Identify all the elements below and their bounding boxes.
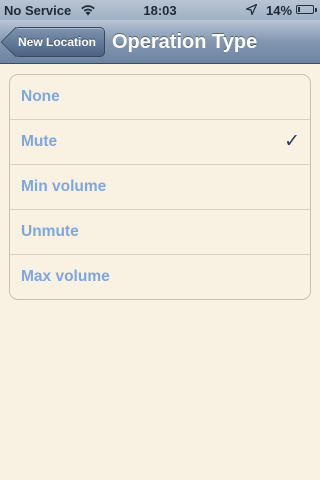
option-label: Min volume: [21, 178, 107, 195]
option-label: Unmute: [21, 223, 79, 240]
option-row-min-volume[interactable]: Min volume: [10, 165, 310, 210]
location-arrow-icon: [246, 4, 257, 15]
operation-type-list: None Mute ✓ Min volume Unmute Max volume: [9, 74, 311, 300]
option-row-mute[interactable]: Mute ✓: [10, 120, 310, 165]
option-row-none[interactable]: None: [10, 75, 310, 120]
checkmark-icon: ✓: [284, 131, 300, 152]
battery-icon: [296, 5, 317, 14]
option-label: Mute: [21, 133, 58, 150]
option-label: Max volume: [21, 268, 110, 285]
battery-level-fill: [298, 7, 300, 12]
status-bar: No Service 18:03 14%: [0, 0, 320, 20]
option-row-unmute[interactable]: Unmute: [10, 210, 310, 255]
option-label: None: [21, 88, 60, 105]
navigation-bar: New Location Operation Type: [0, 20, 320, 64]
page-title: Operation Type: [112, 31, 258, 53]
back-button[interactable]: New Location: [0, 26, 106, 58]
option-row-max-volume[interactable]: Max volume: [10, 255, 310, 299]
back-button-label: New Location: [18, 35, 97, 49]
battery-percentage: 14%: [266, 3, 293, 18]
